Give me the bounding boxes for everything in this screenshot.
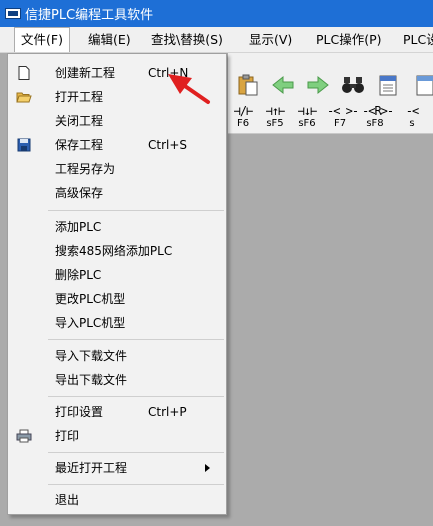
menu-item-label: 关闭工程 [55, 114, 104, 128]
menu-item-change-plc-model[interactable]: 更改PLC机型 [8, 287, 226, 311]
menu-separator [48, 452, 224, 453]
menu-item-label: 打印 [55, 429, 80, 443]
ladder-symbol: ⊣↑⊢ [265, 104, 286, 118]
menu-item-label: 删除PLC [55, 268, 102, 282]
menu-item-import-plc-model[interactable]: 导入PLC机型 [8, 311, 226, 335]
title-bar: 信捷PLC编程工具软件 [0, 0, 433, 27]
menu-file[interactable]: 文件(F) [14, 27, 70, 52]
menu-item-export-download-file[interactable]: 导出下载文件 [8, 368, 226, 392]
menu-item-label: 导入下载文件 [55, 349, 128, 363]
menu-item-save-project[interactable]: 保存工程 Ctrl+S [8, 133, 226, 157]
menu-view[interactable]: 显示(V) [249, 27, 292, 52]
menu-bar: 文件(F) 编辑(E) 查找\替换(S) 显示(V) PLC操作(P) PLC设 [0, 27, 433, 53]
menu-item-print-settings[interactable]: 打印设置 Ctrl+P [8, 400, 226, 424]
submenu-arrow-icon [205, 464, 210, 472]
menu-item-shortcut: Ctrl+P [148, 405, 187, 419]
ladder-symbol: -<R>- [362, 104, 394, 118]
menu-item-label: 导出下载文件 [55, 373, 128, 387]
menu-item-print[interactable]: 打印 [8, 424, 226, 448]
menu-item-label: 添加PLC [55, 220, 102, 234]
menu-item-import-download-file[interactable]: 导入下载文件 [8, 344, 226, 368]
open-folder-icon [16, 92, 32, 103]
ladder-nc-contact-button[interactable]: ⊣/⊢ F6 [230, 104, 256, 129]
app-icon [5, 8, 21, 19]
document-icon[interactable] [376, 74, 400, 96]
menu-item-close-project[interactable]: 关闭工程 [8, 109, 226, 133]
ladder-key: s [409, 118, 415, 129]
menu-item-advanced-save[interactable]: 高级保存 [8, 181, 226, 205]
menu-separator [48, 396, 224, 397]
menu-separator [48, 484, 224, 485]
window-title: 信捷PLC编程工具软件 [25, 8, 154, 23]
menu-item-label: 打印设置 [55, 405, 104, 419]
menu-item-label: 创建新工程 [55, 66, 116, 80]
ladder-falling-edge-button[interactable]: ⊣↓⊢ sF6 [294, 104, 320, 129]
forward-arrow-icon[interactable] [306, 74, 330, 96]
menu-item-label: 导入PLC机型 [55, 316, 126, 330]
menu-item-label: 退出 [55, 493, 80, 507]
ladder-key: sF6 [298, 118, 316, 129]
printer-icon [16, 429, 32, 443]
menu-plc-settings[interactable]: PLC设 [403, 27, 433, 52]
menu-item-open-project[interactable]: 打开工程 [8, 85, 226, 109]
menu-item-label: 保存工程 [55, 138, 104, 152]
menu-plc-operation[interactable]: PLC操作(P) [316, 27, 382, 52]
new-file-icon [18, 66, 30, 80]
ladder-reset-coil-button[interactable]: -<R>- sF8 [362, 104, 394, 129]
paste-icon[interactable] [236, 74, 260, 96]
ladder-symbol: -< [405, 104, 419, 118]
menu-item-shortcut: Ctrl+S [148, 138, 188, 152]
menu-item-exit[interactable]: 退出 [8, 488, 226, 512]
ladder-rising-edge-button[interactable]: ⊣↑⊢ sF5 [262, 104, 288, 129]
ladder-key: F7 [333, 118, 347, 129]
ladder-symbol: -< >- [327, 104, 359, 118]
menu-item-label: 打开工程 [55, 90, 104, 104]
menu-item-label: 搜索485网络添加PLC [55, 244, 173, 258]
ladder-key: F6 [236, 118, 250, 129]
menu-separator [48, 339, 224, 340]
document2-icon[interactable] [413, 74, 433, 96]
menu-item-label: 最近打开工程 [55, 461, 128, 475]
menu-item-recent-projects[interactable]: 最近打开工程 [8, 456, 226, 480]
ladder-coil-button[interactable]: -< >- F7 [327, 104, 359, 129]
menu-item-label: 高级保存 [55, 186, 104, 200]
menu-item-new-project[interactable]: 创建新工程 Ctrl+N [8, 61, 226, 85]
menu-item-delete-plc[interactable]: 删除PLC [8, 263, 226, 287]
ladder-key: sF5 [266, 118, 284, 129]
save-disk-icon [17, 138, 31, 152]
ladder-symbol: ⊣↓⊢ [297, 104, 318, 118]
menu-edit[interactable]: 编辑(E) [88, 27, 131, 52]
back-arrow-icon[interactable] [271, 74, 295, 96]
menu-item-save-as[interactable]: 工程另存为 [8, 157, 226, 181]
ladder-key: sF8 [366, 118, 384, 129]
menu-item-shortcut: Ctrl+N [148, 66, 189, 80]
menu-item-search-485-add-plc[interactable]: 搜索485网络添加PLC [8, 239, 226, 263]
find-binoculars-icon[interactable] [341, 74, 365, 96]
menu-item-add-plc[interactable]: 添加PLC [8, 215, 226, 239]
file-menu-dropdown: 创建新工程 Ctrl+N 打开工程 关闭工程 保存工程 Ctrl+S 工程另存为… [7, 53, 227, 515]
menu-find-replace[interactable]: 查找\替换(S) [151, 27, 223, 52]
menu-separator [48, 210, 224, 211]
ladder-set-coil-button[interactable]: -< s [400, 104, 424, 129]
menu-item-label: 更改PLC机型 [55, 292, 126, 306]
ladder-symbol: ⊣/⊢ [233, 104, 254, 118]
menu-item-label: 工程另存为 [55, 162, 116, 176]
